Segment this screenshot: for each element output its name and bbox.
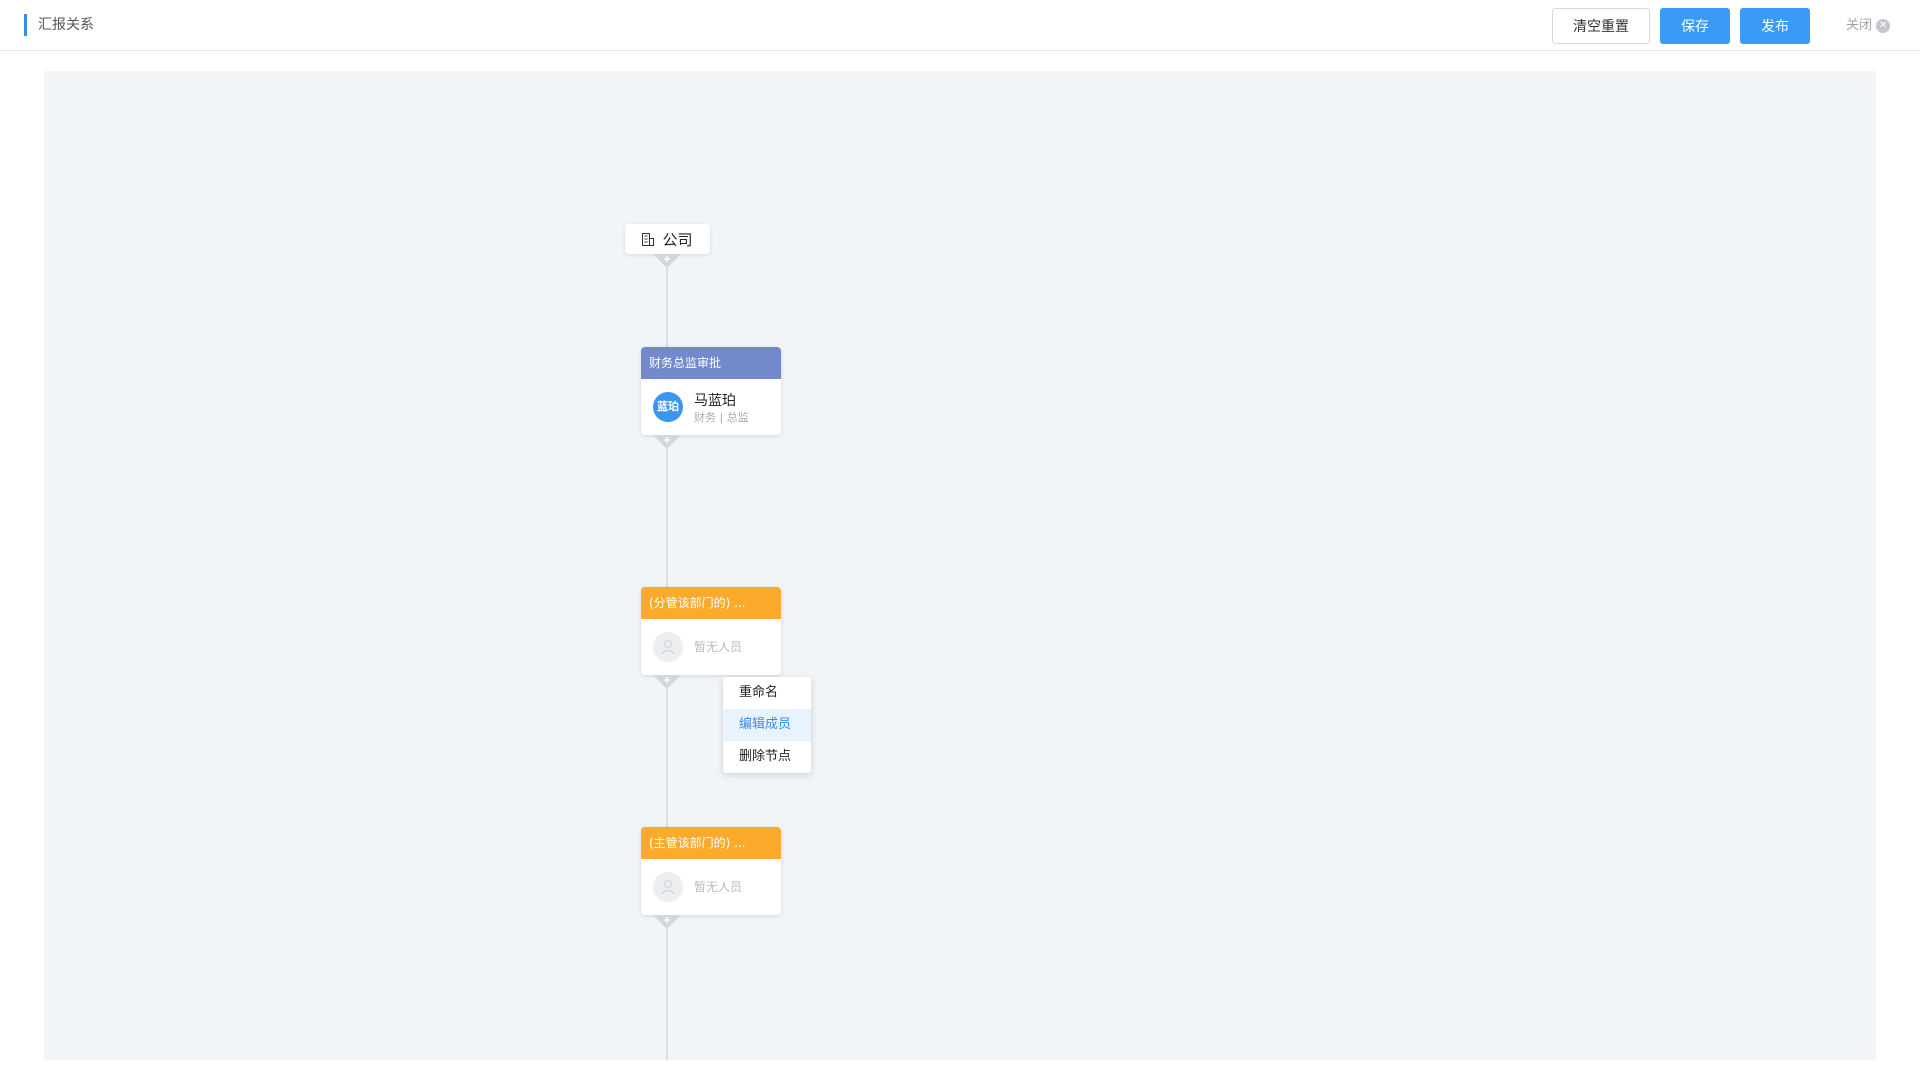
node-header: 财务总监审批 [641, 347, 781, 379]
tree-node-finance-director[interactable]: 财务总监审批 蓝珀 马蓝珀 财务 | 总监 [641, 347, 781, 435]
close-label: 关闭 [1846, 18, 1873, 33]
node-header: (分管该部门的) ... [641, 587, 781, 619]
publish-button[interactable]: 发布 [1740, 8, 1810, 44]
top-header: 汇报关系 清空重置 保存 发布 关闭 ✕ [0, 0, 1920, 51]
avatar-placeholder [653, 872, 683, 902]
menu-item-edit-members[interactable]: 编辑成员 [723, 709, 811, 741]
building-icon [642, 232, 655, 246]
page-title: 汇报关系 [24, 14, 94, 36]
add-node-button[interactable] [653, 435, 681, 449]
avatar: 蓝珀 [653, 392, 683, 422]
save-button[interactable]: 保存 [1660, 8, 1730, 44]
menu-item-rename[interactable]: 重命名 [723, 677, 811, 709]
tree-node-department-head[interactable]: (主管该部门的) ... 暂无人员 [641, 827, 781, 915]
node-body: 暂无人员 [641, 859, 781, 915]
add-node-button[interactable] [653, 675, 681, 689]
org-chart-canvas[interactable]: 公司 财务总监审批 蓝珀 马蓝珀 财务 | 总监 (分管该部门的) ... 暂无… [44, 71, 1876, 1060]
root-node-label: 公司 [662, 230, 693, 249]
person-department: 财务 | 总监 [694, 411, 749, 424]
empty-member-label: 暂无人员 [694, 640, 743, 654]
node-body: 暂无人员 [641, 619, 781, 675]
person-name: 马蓝珀 [694, 393, 736, 409]
empty-member-label: 暂无人员 [694, 880, 743, 894]
menu-item-delete-node[interactable]: 删除节点 [723, 741, 811, 773]
user-icon [660, 639, 676, 655]
close-icon: ✕ [1876, 19, 1891, 33]
avatar-placeholder [653, 632, 683, 662]
tree-node-division-manager[interactable]: (分管该部门的) ... 暂无人员 [641, 587, 781, 675]
reset-button[interactable]: 清空重置 [1552, 8, 1650, 44]
add-node-button[interactable] [653, 915, 681, 929]
user-icon [660, 879, 676, 895]
node-body: 蓝珀 马蓝珀 财务 | 总监 [641, 379, 781, 435]
node-header: (主管该部门的) ... [641, 827, 781, 859]
close-button[interactable]: 关闭 ✕ [1846, 16, 1891, 36]
add-node-button[interactable] [653, 254, 681, 268]
node-context-menu: 重命名 编辑成员 删除节点 [723, 677, 811, 773]
root-node-company[interactable]: 公司 [625, 224, 710, 254]
